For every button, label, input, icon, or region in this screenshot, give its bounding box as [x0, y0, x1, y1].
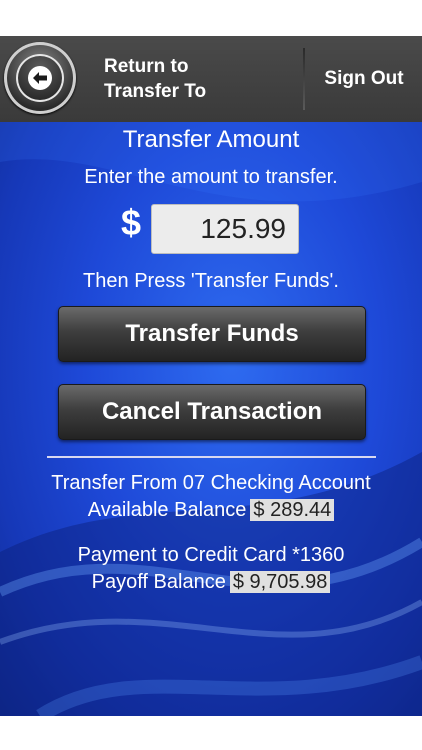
- available-balance-row: Available Balance $ 289.44: [0, 497, 422, 524]
- return-label-line1: Return to: [104, 56, 189, 77]
- section-divider: [47, 456, 376, 458]
- return-to-transfer-to-link[interactable]: Return to Transfer To: [104, 54, 294, 104]
- bottom-area: [0, 716, 422, 750]
- sign-out-button[interactable]: Sign Out: [306, 36, 422, 122]
- then-press-instruction: Then Press 'Transfer Funds'.: [83, 270, 339, 292]
- cancel-transaction-button[interactable]: Cancel Transaction: [58, 384, 366, 440]
- transfer-funds-button[interactable]: Transfer Funds: [58, 306, 366, 362]
- top-status-area: [0, 0, 422, 36]
- back-arrow-icon: [28, 66, 52, 90]
- payoff-balance-label: Payoff Balance: [91, 571, 226, 593]
- amount-input[interactable]: 125.99: [151, 204, 299, 254]
- back-button-inner: [16, 54, 64, 102]
- available-balance-amount: $ 289.44: [250, 499, 335, 521]
- currency-symbol: $: [121, 202, 142, 243]
- transfer-panel: Transfer Amount Enter the amount to tran…: [0, 122, 422, 716]
- available-balance-label: Available Balance: [87, 499, 247, 521]
- back-button[interactable]: [4, 42, 76, 114]
- header-bar: Return to Transfer To Sign Out: [0, 36, 422, 122]
- payoff-balance-amount: $ 9,705.98: [229, 571, 331, 593]
- transfer-amount-title: Transfer Amount: [122, 126, 300, 153]
- header-divider: [303, 48, 305, 110]
- transfer-from-account: Transfer From 07 Checking Account: [51, 472, 371, 494]
- enter-amount-instruction: Enter the amount to transfer.: [84, 166, 338, 188]
- return-label-line2: Transfer To: [104, 81, 207, 102]
- payoff-balance-row: Payoff Balance $ 9,705.98: [0, 569, 422, 596]
- payment-to-account: Payment to Credit Card *1360: [77, 544, 345, 566]
